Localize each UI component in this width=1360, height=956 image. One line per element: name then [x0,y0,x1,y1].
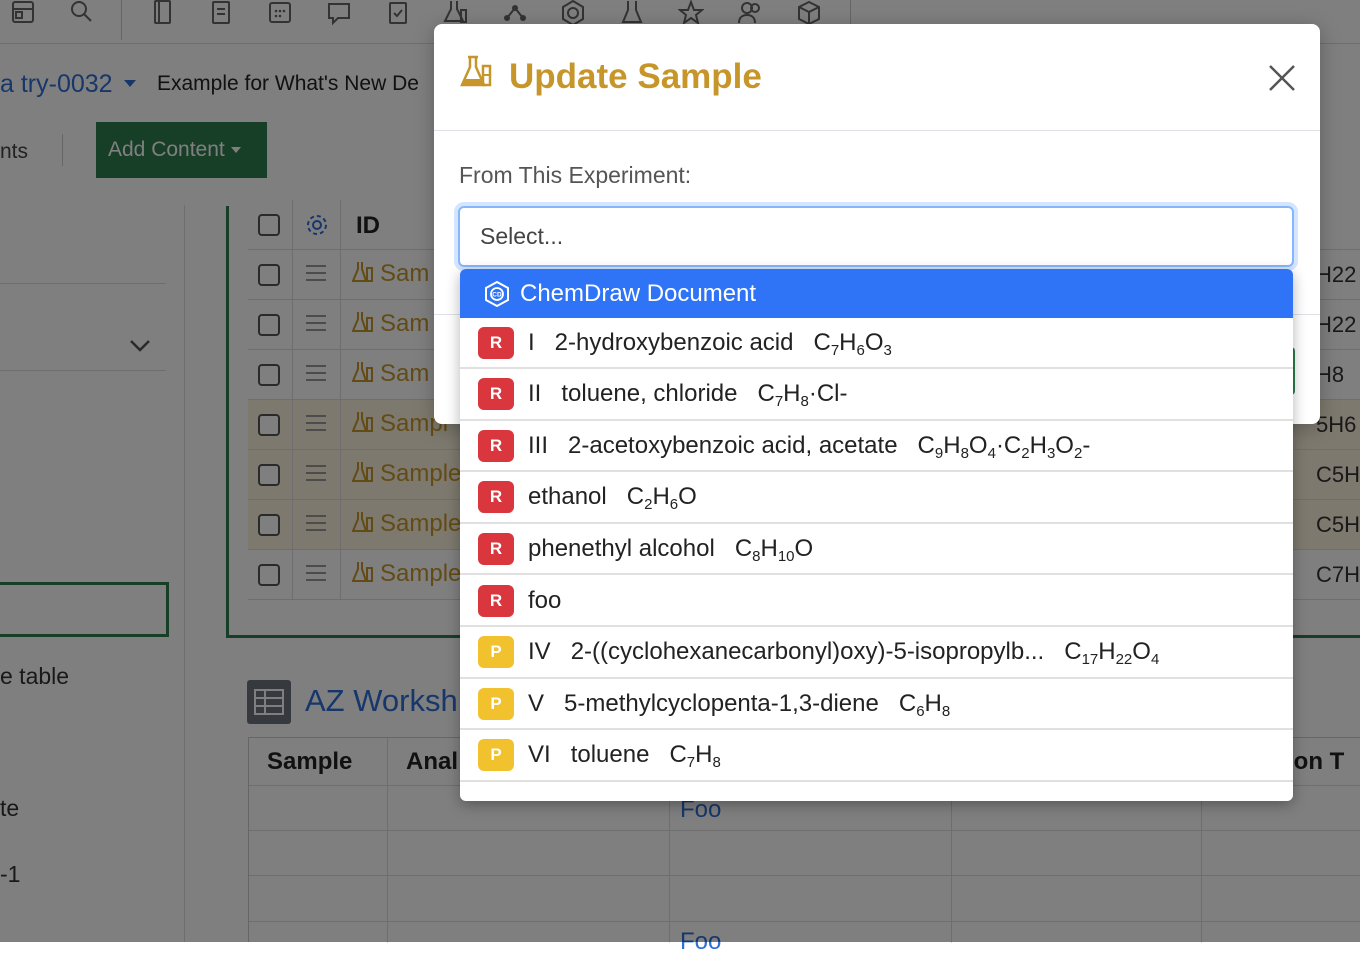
option-reactant[interactable]: R II toluene, chloride C7H8·Cl- [460,370,1293,421]
experiment-select[interactable]: Select... [458,206,1294,267]
option-chemdraw-document[interactable]: CD ChemDraw Document [460,269,1293,318]
option-reactant[interactable]: R I 2-hydroxybenzoic acid C7H6O3 [460,318,1293,369]
option-product[interactable]: P VI toluene C7H8 [460,731,1293,782]
option-index: IV [528,638,551,666]
close-button[interactable] [1266,62,1298,94]
product-badge: P [478,636,514,669]
option-index: III [528,431,549,459]
product-badge: P [478,687,514,720]
option-name: foo [528,586,562,614]
option-formula: C2H6O [626,483,697,514]
option-reactant[interactable]: Rphenethyl alcohol C8H10O [460,524,1293,576]
option-name: ethanol [528,483,607,511]
option-product[interactable]: P IV 2-((cyclohexanecarbonyl)oxy)-5-isopro… [460,628,1293,679]
close-icon [1269,65,1295,91]
chemdraw-icon: CD [485,280,509,307]
option-product[interactable]: P V 5-methylcyclopenta-1,3-diene C6H8 [460,679,1293,731]
option-index: I [528,328,535,356]
option-formula: C7H6O3 [813,328,892,359]
svg-text:CD: CD [492,291,502,298]
reactant-badge: R [478,429,514,462]
option-name: 2-acetoxybenzoic acid, acetate [568,431,898,459]
option-index: VI [528,741,551,769]
experiment-select-label: From This Experiment: [459,162,692,188]
option-index: II [528,380,542,408]
option-formula: C17H22O4 [1064,638,1160,669]
option-name: toluene [570,741,650,769]
option-name: 5-methylcyclopenta-1,3-diene [564,689,879,717]
option-formula: C7H8 [669,741,721,772]
reactant-badge: R [478,481,514,514]
option-formula: C7H8·Cl- [757,380,848,411]
reactant-badge: R [478,326,514,359]
option-name: 2-((cyclohexanecarbonyl)oxy)-5-isopropyl… [570,638,1045,666]
product-badge: P [478,739,514,772]
flask-icon [460,55,492,87]
modal-header: Update Sample [434,24,1320,131]
reactant-badge: R [478,378,514,411]
option-formula: C8H10O [734,534,814,565]
option-reactant[interactable]: Rethanol C2H6O [460,473,1293,524]
option-index: V [528,689,545,717]
reactant-badge: R [478,584,514,617]
option-name: toluene, chloride [561,380,738,408]
option-name: 2-hydroxybenzoic acid [554,328,794,356]
option-reactant[interactable]: Rfoo [460,576,1293,627]
option-label: ChemDraw Document [520,279,757,307]
experiment-select-menu: CD ChemDraw Document R I 2-hydroxybenzoic … [460,269,1293,801]
option-formula: C6H8 [898,689,951,720]
modal-title: Update Sample [509,57,762,96]
option-formula: C9H8O4·C2H3O2- [917,431,1091,462]
reactant-badge: R [478,532,514,565]
option-reactant[interactable]: R III 2-acetoxybenzoic acid, acetate C9H8O4… [460,421,1293,473]
option-name: phenethyl alcohol [528,534,715,562]
